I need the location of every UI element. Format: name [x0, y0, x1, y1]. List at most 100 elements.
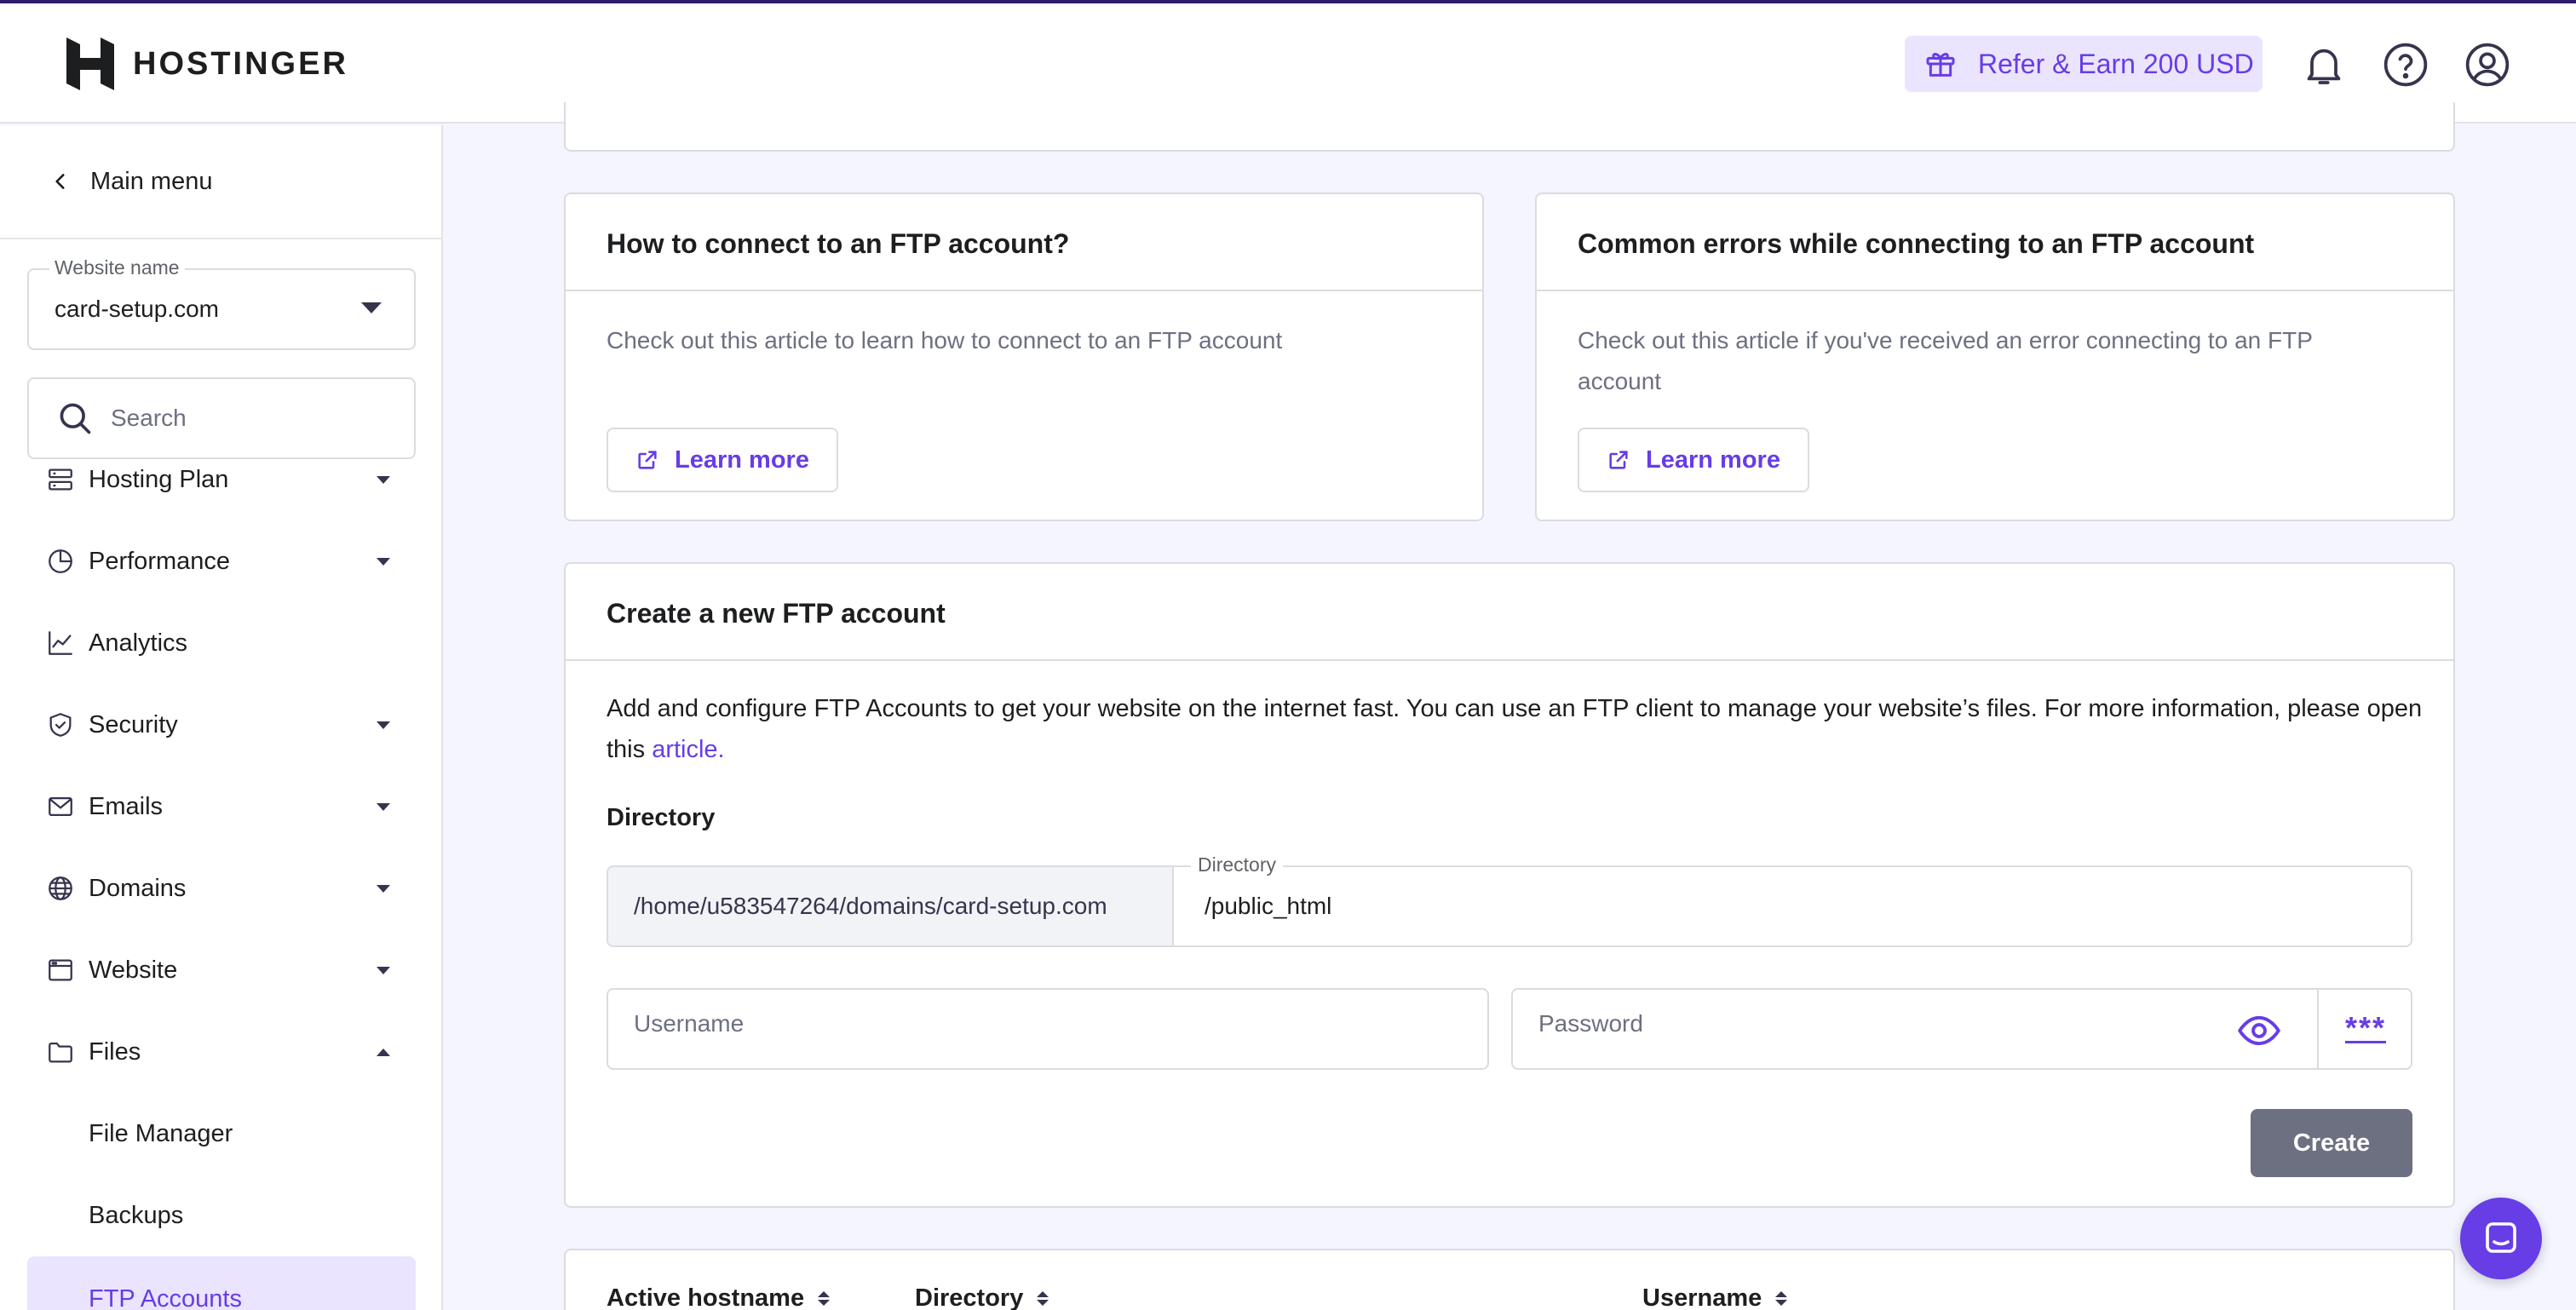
column-header-label: Directory: [915, 1284, 1024, 1310]
learn-more-label: Learn more: [1646, 445, 1780, 474]
help-button[interactable]: [2382, 41, 2429, 89]
column-header-directory[interactable]: Directory: [915, 1284, 1049, 1310]
chevron-left-icon: [55, 174, 65, 189]
username-field: [607, 988, 1489, 1070]
card-title: Create a new FTP account: [607, 598, 946, 629]
generate-password-button[interactable]: ***: [2317, 990, 2412, 1068]
globe-icon: [46, 874, 75, 903]
sidebar-item-label: Security: [89, 710, 178, 738]
sidebar-item-files[interactable]: Files: [27, 1021, 416, 1083]
create-ftp-account-card: Create a new FTP account Add and configu…: [564, 562, 2455, 1208]
directory-input[interactable]: [1205, 888, 2380, 925]
column-header-label: Active hostname: [607, 1284, 805, 1310]
sidebar-item-label: Emails: [89, 792, 164, 820]
password-input[interactable]: [1538, 1010, 2237, 1037]
live-chat-button[interactable]: [2460, 1198, 2542, 1279]
sort-icon: [1037, 1291, 1049, 1306]
mail-icon: [46, 792, 75, 821]
logo-text: HOSTINGER: [133, 45, 348, 82]
directory-field-label: Directory: [1191, 853, 1284, 876]
sidebar-item-performance[interactable]: Performance: [27, 531, 416, 592]
sidebar-item-label: Domains: [89, 874, 187, 902]
directory-field: /home/u583547264/domains/card-setup.com …: [607, 853, 2412, 947]
sidebar-item-website[interactable]: Website: [27, 939, 416, 1001]
help-card-how-to-connect: How to connect to an FTP account? Check …: [564, 192, 1484, 521]
sidebar-subitem-file-manager[interactable]: File Manager: [27, 1100, 416, 1168]
sidebar-subitem-label: Backups: [89, 1201, 184, 1229]
sidebar-subitem-label: FTP Accounts: [89, 1284, 242, 1310]
pie-chart-icon: [46, 547, 75, 576]
sidebar-subitem-ftp-accounts[interactable]: FTP Accounts: [27, 1256, 416, 1310]
column-header-active-hostname[interactable]: Active hostname: [607, 1284, 831, 1310]
create-description-text: Add and configure FTP Accounts to get yo…: [607, 695, 2423, 763]
chevron-up-icon: [377, 1048, 390, 1056]
refer-earn-button[interactable]: Refer & Earn 200 USD: [1905, 36, 2263, 92]
chevron-down-icon: [377, 884, 390, 893]
card-text-line: account: [1578, 368, 1662, 394]
website-name-label: Website name: [49, 256, 185, 279]
previous-card-bottom: [564, 102, 2455, 152]
chevron-down-icon: [377, 966, 390, 974]
chevron-down-icon: [361, 302, 382, 313]
help-card-common-errors: Common errors while connecting to an FTP…: [1535, 192, 2455, 521]
external-link-icon: [638, 451, 657, 469]
learn-more-button[interactable]: Learn more: [607, 428, 838, 492]
directory-label: Directory: [607, 804, 716, 831]
notifications-button[interactable]: [2300, 41, 2348, 89]
folder-icon: [46, 1037, 75, 1066]
username-input[interactable]: [634, 1010, 1452, 1037]
divider: [566, 290, 1482, 291]
chat-icon: [2486, 1222, 2516, 1253]
password-field: ***: [1511, 988, 2412, 1070]
create-description: Add and configure FTP Accounts to get yo…: [607, 688, 2447, 770]
chevron-down-icon: [377, 802, 390, 811]
column-header-label: Username: [1642, 1284, 1762, 1310]
account-button[interactable]: [2464, 41, 2511, 89]
external-link-icon: [1609, 451, 1628, 469]
chevron-down-icon: [377, 557, 390, 566]
main-menu-label: Main menu: [90, 167, 213, 195]
card-title: How to connect to an FTP account?: [607, 228, 1070, 259]
sidebar-item-label: Performance: [89, 547, 231, 575]
learn-more-button[interactable]: Learn more: [1578, 428, 1809, 492]
website-name-select[interactable]: Website name card-setup.com: [27, 256, 416, 350]
browser-icon: [46, 956, 75, 985]
card-title: Common errors while connecting to an FTP…: [1578, 228, 2255, 259]
divider: [566, 659, 2453, 661]
card-text: Check out this article if you've receive…: [1578, 320, 2438, 402]
create-button[interactable]: Create: [2251, 1109, 2412, 1177]
learn-more-label: Learn more: [675, 445, 809, 474]
sidebar-item-domains[interactable]: Domains: [27, 858, 416, 919]
website-name-value: card-setup.com: [55, 296, 219, 322]
eye-icon[interactable]: [2237, 1008, 2281, 1053]
server-icon: [46, 465, 75, 494]
chevron-down-icon: [377, 721, 390, 729]
sidebar: Main menu Website name card-setup.com Ho…: [0, 125, 443, 1310]
sort-icon: [818, 1291, 831, 1306]
sidebar-item-emails[interactable]: Emails: [27, 776, 416, 837]
refer-earn-label: Refer & Earn 200 USD: [1978, 48, 2254, 79]
article-link[interactable]: article.: [652, 736, 724, 763]
directory-prefix: /home/u583547264/domains/card-setup.com: [608, 867, 1174, 945]
sidebar-item-hosting-plan[interactable]: Hosting Plan: [27, 449, 416, 510]
help-icon: [2383, 43, 2428, 87]
sidebar-item-label: Analytics: [89, 629, 188, 657]
account-icon: [2465, 43, 2510, 87]
sidebar-subitem-label: File Manager: [89, 1119, 233, 1147]
sidebar-item-label: Files: [89, 1037, 141, 1066]
hostinger-logo-icon: [66, 37, 114, 90]
sort-icon: [1775, 1291, 1788, 1306]
ftp-accounts-table: Active hostname Directory Username: [564, 1249, 2455, 1310]
sidebar-item-security[interactable]: Security: [27, 694, 416, 756]
shield-icon: [46, 710, 75, 739]
search-input[interactable]: [111, 405, 400, 432]
hostinger-logo[interactable]: HOSTINGER: [66, 37, 348, 90]
bell-icon: [2307, 49, 2341, 84]
main-menu-back[interactable]: Main menu: [0, 125, 441, 239]
asterisk-icon: ***: [2344, 1009, 2387, 1045]
column-header-username[interactable]: Username: [1642, 1284, 1788, 1310]
sidebar-subitem-backups[interactable]: Backups: [27, 1181, 416, 1250]
line-chart-icon: [46, 629, 75, 658]
sidebar-item-analytics[interactable]: Analytics: [27, 612, 416, 674]
card-text: Check out this article to learn how to c…: [607, 327, 1283, 353]
